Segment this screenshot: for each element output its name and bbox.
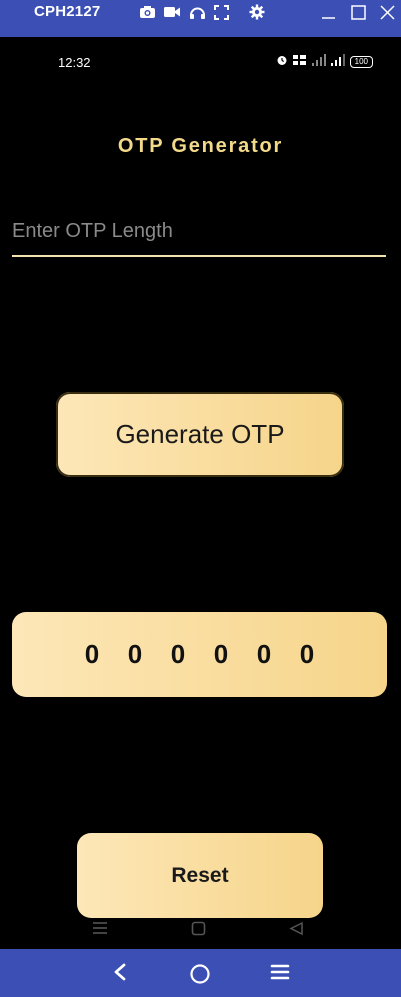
settings-icon[interactable] — [249, 4, 265, 20]
phone-screen: 12:32 100 OTP Generator Generate OTP 0 0… — [0, 37, 401, 949]
otp-digit: 0 — [127, 639, 143, 669]
signal-icon — [330, 53, 345, 71]
status-icons: 100 — [276, 53, 373, 71]
otp-digit: 0 — [170, 639, 186, 669]
battery-icon: 100 — [349, 56, 373, 68]
status-bar: 12:32 100 — [0, 37, 401, 87]
otp-digit: 0 — [84, 639, 100, 669]
android-nav-bar — [0, 911, 401, 949]
emulator-title-bar: CPH2127 — [0, 0, 401, 37]
volte-icon — [292, 53, 307, 71]
generate-otp-button[interactable]: Generate OTP — [56, 392, 344, 477]
fullscreen-icon[interactable] — [214, 4, 229, 20]
back-icon[interactable] — [113, 963, 127, 981]
alarm-icon — [276, 53, 288, 71]
back-icon[interactable] — [289, 921, 304, 941]
otp-length-input[interactable] — [12, 207, 386, 257]
app-title: OTP Generator — [117, 135, 284, 157]
home-icon[interactable] — [189, 963, 211, 985]
emulator-bottom-bar — [0, 949, 401, 997]
minimize-icon[interactable] — [321, 4, 336, 20]
recents-icon[interactable] — [92, 921, 108, 940]
otp-display: 0 0 0 0 0 0 — [12, 612, 387, 697]
video-icon[interactable] — [163, 4, 181, 20]
headset-icon[interactable] — [189, 4, 206, 20]
otp-digit: 0 — [299, 639, 315, 669]
close-icon[interactable] — [380, 4, 395, 20]
device-name: CPH2127 — [34, 3, 101, 20]
otp-digit: 0 — [256, 639, 272, 669]
status-time: 12:32 — [58, 55, 91, 70]
camera-icon[interactable] — [139, 4, 156, 20]
signal-icon — [311, 53, 326, 71]
reset-button[interactable]: Reset — [77, 833, 323, 918]
otp-digit: 0 — [213, 639, 229, 669]
maximize-icon[interactable] — [351, 4, 366, 20]
home-icon[interactable] — [191, 921, 206, 941]
menu-icon[interactable] — [270, 963, 290, 981]
